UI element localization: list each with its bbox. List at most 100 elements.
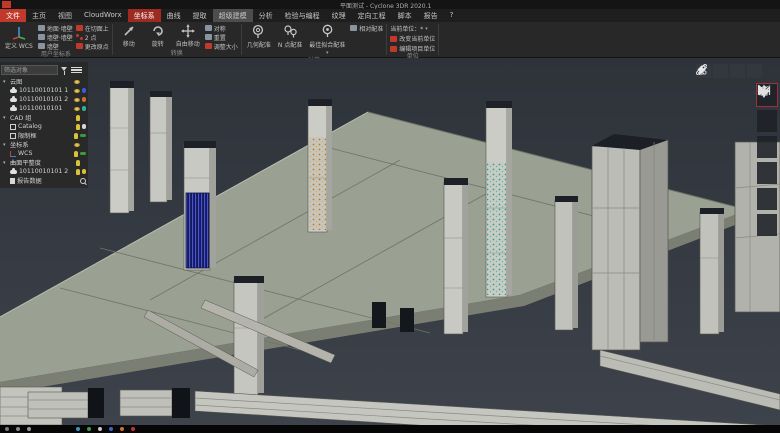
- tab-curve[interactable]: 曲线: [161, 9, 187, 22]
- mirror-icon: [205, 25, 212, 31]
- ucs-ground-wall-button[interactable]: 地面·墙壁: [38, 24, 73, 32]
- group-units: 当前单位：* ▾ 改变当前单位 编辑项目单位 单位: [387, 22, 438, 57]
- change-current-unit-button[interactable]: 改变当前单位: [390, 34, 435, 43]
- visibility-bulb-icon[interactable]: [76, 160, 80, 166]
- change-unit-icon: [390, 36, 397, 42]
- taskbar-icon[interactable]: [76, 427, 80, 431]
- define-wcs-button[interactable]: 定义 WCS: [3, 23, 35, 51]
- tab-coordinate-system[interactable]: 坐标系: [128, 9, 161, 22]
- tab-inspection[interactable]: 检验与编程: [279, 9, 326, 22]
- measure-distance-button[interactable]: [757, 136, 777, 158]
- tree-item-cloud-1[interactable]: 10110010101 1: [1, 86, 87, 95]
- group-user-coordinate-system: 定义 WCS 地面·墙壁 墙壁·墙壁 墙壁: [0, 22, 112, 57]
- ucs-wall-button[interactable]: 墙壁: [38, 42, 73, 50]
- rotate-button[interactable]: 旋转: [145, 23, 171, 49]
- ucs-change-origin-button[interactable]: 更改原点: [76, 42, 109, 50]
- best-fit-dropdown-caret[interactable]: ▾: [326, 50, 329, 56]
- annotate-pen-button[interactable]: [713, 64, 728, 78]
- tree-item-flatness-cloud[interactable]: 10110010101 2: [1, 167, 87, 176]
- mirror-button[interactable]: 对称: [205, 24, 238, 32]
- tab-construction[interactable]: 定向工程: [352, 9, 392, 22]
- ucs-on-slice-button[interactable]: 在切面上: [76, 24, 109, 32]
- tree-item-cloud-2[interactable]: 10110010101 2: [1, 95, 87, 104]
- taskbar-icon[interactable]: [5, 427, 9, 431]
- taskbar-icon[interactable]: [16, 427, 20, 431]
- visibility-eye-icon[interactable]: [74, 98, 80, 102]
- best-fit-registration-button[interactable]: 最佳拟合配准 ▾: [307, 23, 347, 57]
- ucs-two-points-button[interactable]: 2 点: [76, 33, 109, 41]
- magnifier-icon[interactable]: [80, 178, 86, 184]
- visibility-bulb-icon[interactable]: [76, 115, 80, 121]
- move-button[interactable]: 移动: [116, 23, 142, 49]
- tab-cloudworx[interactable]: CloudWorx: [78, 9, 128, 22]
- filter-input[interactable]: [1, 65, 58, 75]
- point-cloud-icon: [10, 98, 17, 102]
- relative-registration-button[interactable]: 相对配准: [350, 24, 383, 32]
- tree-group-surface-flatness[interactable]: ▾ 曲面平整度: [1, 158, 87, 167]
- current-units-dropdown[interactable]: 当前单位：* ▾: [390, 24, 435, 33]
- tab-super-modeling[interactable]: 超级建模: [213, 9, 253, 22]
- reset-icon: [205, 34, 212, 40]
- visibility-eye-icon[interactable]: [74, 143, 80, 147]
- column-scan-teal: [486, 101, 512, 297]
- reset-button[interactable]: 重置: [205, 33, 238, 41]
- wall-icon: [38, 43, 45, 49]
- app-icon[interactable]: [2, 1, 11, 8]
- edit-project-units-button[interactable]: 编辑项目单位: [390, 44, 435, 53]
- ucs-wall-wall-button[interactable]: 墙壁·墙壁: [38, 33, 73, 41]
- wall-wall-icon: [38, 34, 45, 40]
- walkthrough-icon: [757, 84, 771, 96]
- geometric-registration-button[interactable]: 几何配准: [245, 23, 273, 50]
- resize-icon: [205, 43, 212, 49]
- tree-item-wcs[interactable]: WCS: [1, 149, 87, 158]
- taskbar-icon[interactable]: [87, 427, 91, 431]
- tree-group-cad[interactable]: ▾ CAD 组: [1, 113, 87, 122]
- free-move-button[interactable]: 自由移动: [174, 23, 202, 49]
- tab-script[interactable]: 脚本: [392, 9, 418, 22]
- tab-home[interactable]: 主页: [26, 9, 52, 22]
- tab-help[interactable]: ?: [444, 9, 460, 22]
- orbit-button[interactable]: [757, 162, 777, 184]
- tab-analysis[interactable]: 分析: [253, 9, 279, 22]
- visibility-bulb-icon[interactable]: [76, 169, 80, 175]
- pan-button[interactable]: [757, 110, 777, 132]
- tree-item-cloud-3[interactable]: 10110010101: [1, 104, 87, 113]
- walkthrough-button[interactable]: [757, 214, 777, 236]
- filter-icon[interactable]: [60, 66, 69, 75]
- 3d-viewport[interactable]: ▾ 云图 10110010101 1 10110010101 2 1011001…: [0, 58, 780, 425]
- axes-icon: [11, 24, 27, 40]
- column: [110, 81, 134, 213]
- tab-file[interactable]: 文件: [0, 9, 26, 22]
- label-tag-button[interactable]: [747, 64, 762, 78]
- tree-group-clouds[interactable]: ▾ 云图: [1, 77, 87, 86]
- title-bar: 平面测试 - Cyclone 3DR 2020.1: [0, 0, 780, 9]
- tab-report[interactable]: 报告: [418, 9, 444, 22]
- taskbar-icon[interactable]: [98, 427, 102, 431]
- visibility-bulb-icon[interactable]: [74, 151, 78, 157]
- annotate-pen-2-button[interactable]: [730, 64, 745, 78]
- visibility-eye-icon[interactable]: [74, 107, 80, 111]
- visibility-eye-icon[interactable]: [74, 80, 80, 84]
- tree-item-catalog[interactable]: Catalog: [1, 122, 87, 131]
- fly-button[interactable]: [757, 188, 777, 210]
- visibility-bulb-icon[interactable]: [74, 133, 78, 139]
- column: [700, 208, 724, 334]
- taskbar-icon[interactable]: [120, 427, 124, 431]
- menu-icon[interactable]: [71, 66, 82, 75]
- tree-item-report-data[interactable]: 报告数据: [1, 176, 87, 185]
- geometric-registration-icon: [251, 24, 266, 39]
- taskbar-icon[interactable]: [131, 427, 135, 431]
- taskbar-icon[interactable]: [109, 427, 113, 431]
- n-points-registration-button[interactable]: N 点配准: [276, 23, 304, 50]
- column: [150, 91, 172, 202]
- tab-extract[interactable]: 提取: [187, 9, 213, 22]
- taskbar-icon[interactable]: [27, 427, 31, 431]
- resize-button[interactable]: 调整大小: [205, 42, 238, 50]
- tab-view[interactable]: 视图: [52, 9, 78, 22]
- visibility-eye-icon[interactable]: [74, 89, 80, 93]
- system-taskbar[interactable]: [0, 425, 780, 433]
- tab-texture[interactable]: 纹理: [326, 9, 352, 22]
- tree-group-coordinate-systems[interactable]: ▾ 坐标系: [1, 140, 87, 149]
- tree-item-limit-box[interactable]: 限制框: [1, 131, 87, 140]
- visibility-bulb-icon[interactable]: [76, 124, 80, 130]
